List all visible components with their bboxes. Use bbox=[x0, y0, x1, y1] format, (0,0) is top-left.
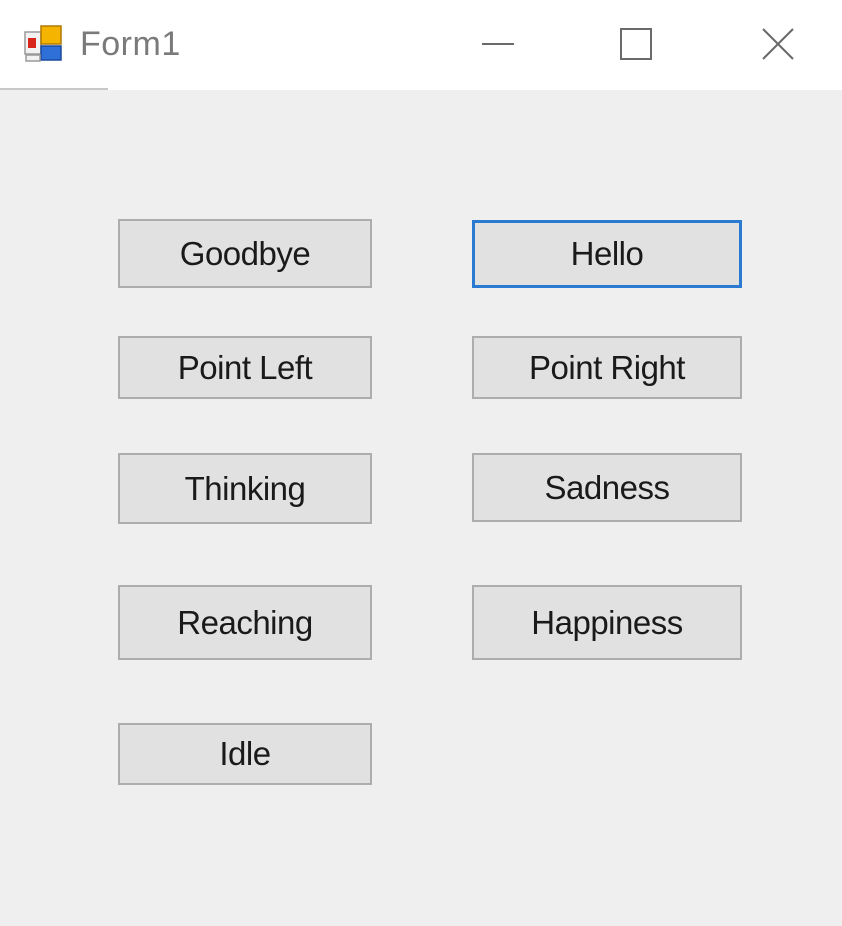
window-title: Form1 bbox=[80, 25, 181, 63]
minimize-icon bbox=[482, 43, 514, 45]
maximize-button[interactable] bbox=[600, 10, 672, 78]
point-left-button[interactable]: Point Left bbox=[118, 336, 372, 399]
title-bar[interactable]: Form1 bbox=[0, 0, 842, 90]
minimize-button[interactable] bbox=[462, 10, 534, 78]
reaching-button[interactable]: Reaching bbox=[118, 585, 372, 660]
idle-button[interactable]: Idle bbox=[118, 723, 372, 785]
app-icon bbox=[24, 24, 64, 64]
thinking-button[interactable]: Thinking bbox=[118, 453, 372, 524]
form1-window: Form1 Goodbye Hello Point Left Point Rig… bbox=[0, 0, 842, 926]
happiness-button[interactable]: Happiness bbox=[472, 585, 742, 660]
sadness-button[interactable]: Sadness bbox=[472, 453, 742, 522]
close-button[interactable] bbox=[742, 10, 814, 78]
point-right-button[interactable]: Point Right bbox=[472, 336, 742, 399]
close-icon bbox=[762, 28, 794, 60]
goodbye-button[interactable]: Goodbye bbox=[118, 219, 372, 288]
hello-button[interactable]: Hello bbox=[472, 220, 742, 288]
maximize-icon bbox=[620, 28, 652, 60]
